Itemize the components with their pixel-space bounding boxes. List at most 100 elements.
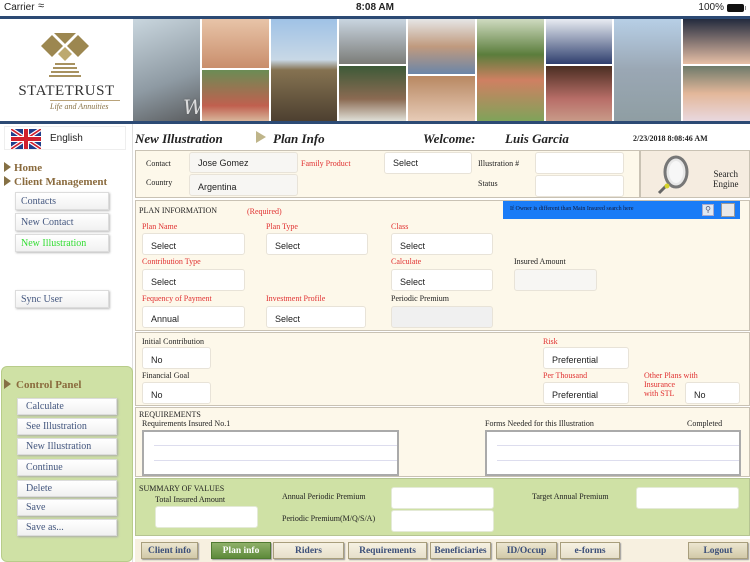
new-illustration-button[interactable]: New Illustration <box>17 438 117 455</box>
total-insured-label: Total Insured Amount <box>155 495 226 504</box>
control-panel-title-text: Control Panel <box>16 379 82 391</box>
battery-percent: 100% <box>698 2 724 13</box>
completed-label: Completed <box>687 419 723 428</box>
insured-amount-field[interactable] <box>514 269 597 291</box>
periodic-premium-label: Periodic Premium <box>391 294 449 303</box>
calculate-select[interactable]: Select <box>391 269 493 291</box>
target-annual-label: Target Annual Premium <box>532 492 609 501</box>
search-engine-button[interactable]: Search Engine <box>640 150 750 198</box>
illustration-number-label: Illustration # <box>478 159 520 168</box>
triangle-right-icon <box>4 176 11 186</box>
requirements-insured-list[interactable] <box>142 430 399 476</box>
tab-client-info[interactable]: Client info <box>141 542 198 559</box>
requirements-panel: REQUIREMENTS Requirements Insured No.1 F… <box>135 407 750 477</box>
tab-beneficiaries[interactable]: Beneficiaries <box>430 542 491 559</box>
contact-label: Contact <box>146 159 171 168</box>
clock: 8:08 AM <box>356 2 394 13</box>
new-illustration-nav-button[interactable]: New Illustration <box>15 234 109 252</box>
forms-needed-label: Forms Needed for this Illustration <box>485 419 594 428</box>
initial-contribution-label: Initial Contribution <box>142 337 204 346</box>
status-field[interactable] <box>535 175 624 197</box>
contribution-type-label: Contribution Type <box>142 257 201 266</box>
owner-checkbox[interactable] <box>721 203 735 217</box>
total-insured-field[interactable] <box>155 506 258 528</box>
calculate-button[interactable]: Calculate <box>17 398 117 415</box>
frequency-select[interactable]: Annual <box>142 306 245 328</box>
nav-client-management[interactable]: Client Management <box>4 176 107 188</box>
title-row: New Illustration Plan Info Welcome: Luis… <box>133 127 750 149</box>
contact-field[interactable]: Jose Gomez <box>189 152 298 173</box>
welcome-label: Welcome: <box>423 131 476 146</box>
sidebar: English Home Client Management Contacts … <box>0 124 133 562</box>
sync-user-button[interactable]: Sync User <box>15 290 109 308</box>
country-field[interactable]: Argentina <box>189 174 298 196</box>
financial-goal-label: Financial Goal <box>142 371 190 380</box>
logout-button[interactable]: Logout <box>688 542 748 559</box>
country-label: Country <box>146 178 173 187</box>
photo-family-park <box>476 19 544 121</box>
other-plans-label-line1: Other Plans with <box>644 371 698 380</box>
bottom-tab-bar: Client info Plan info Riders Requirement… <box>135 539 750 562</box>
section-title: New Illustration <box>135 131 223 146</box>
control-panel: Control Panel Calculate See Illustration… <box>1 366 133 562</box>
family-product-select[interactable]: Select <box>384 152 472 174</box>
photo-eiffel: Welcome <box>133 19 200 121</box>
tab-e-forms[interactable]: e-forms <box>560 542 620 559</box>
see-illustration-button[interactable]: See Illustration <box>17 418 117 435</box>
uk-flag-icon <box>11 129 41 149</box>
plan-name-select[interactable]: Select <box>142 233 245 255</box>
forms-needed-list[interactable] <box>485 430 741 476</box>
per-thousand-select[interactable]: Preferential <box>543 382 629 404</box>
contribution-type-select[interactable]: Select <box>142 269 245 291</box>
periodic-mqsa-label: Periodic Premium(M/Q/S/A) <box>282 514 376 523</box>
nav-home[interactable]: Home <box>4 162 42 174</box>
annual-periodic-field[interactable] <box>391 487 494 509</box>
triangle-right-icon <box>4 162 11 172</box>
tab-id-occup[interactable]: ID/Occup <box>496 542 557 559</box>
save-as-button[interactable]: Save as... <box>17 519 117 536</box>
contact-panel: Contact Jose Gomez Country Argentina Fam… <box>135 150 640 198</box>
search-engine-label-line2: Engine <box>713 179 739 189</box>
periodic-mqsa-field[interactable] <box>391 510 494 532</box>
contacts-button[interactable]: Contacts <box>15 192 109 210</box>
risk-select[interactable]: Preferential <box>543 347 629 369</box>
welcome-script: Welcome <box>183 95 200 119</box>
owner-search-icon[interactable]: ⚲ <box>702 204 714 216</box>
breadcrumb-arrow-icon <box>256 131 266 143</box>
tab-plan-info[interactable]: Plan info <box>211 542 271 559</box>
magnifier-icon <box>657 155 689 195</box>
control-panel-title: Control Panel <box>4 379 82 391</box>
class-select[interactable]: Select <box>391 233 493 255</box>
frequency-label: Fequency of Payment <box>142 294 212 303</box>
save-button[interactable]: Save <box>17 499 117 516</box>
annual-periodic-label: Annual Periodic Premium <box>282 492 366 501</box>
per-thousand-label: Per Thousand <box>543 371 588 380</box>
language-selector[interactable]: English <box>4 126 126 150</box>
periodic-premium-field[interactable] <box>391 306 493 328</box>
continue-button[interactable]: Continue <box>17 459 117 476</box>
tab-requirements[interactable]: Requirements <box>348 542 427 559</box>
summary-of-values-panel: SUMMARY OF VALUES Total Insured Amount A… <box>135 478 750 536</box>
new-contact-button[interactable]: New Contact <box>15 213 109 231</box>
other-plans-select[interactable]: No <box>685 382 740 404</box>
required-note: (Required) <box>247 207 282 216</box>
class-label: Class <box>391 222 409 231</box>
investment-profile-select[interactable]: Select <box>266 306 366 328</box>
plan-type-label: Plan Type <box>266 222 298 231</box>
target-annual-field[interactable] <box>636 487 739 509</box>
photo-opera-house <box>339 19 407 121</box>
plan-type-select[interactable]: Select <box>266 233 368 255</box>
status-bar: Carrier ≈ 8:08 AM 100% <box>0 0 750 16</box>
brand-tagline: Life and Annuities <box>50 100 120 111</box>
financial-goal-select[interactable]: No <box>142 382 211 404</box>
tab-riders[interactable]: Riders <box>273 542 344 559</box>
summary-title: SUMMARY OF VALUES <box>139 484 225 493</box>
photo-skyscraper <box>614 19 682 121</box>
family-product-label: Family Product <box>301 159 351 168</box>
language-label: English <box>50 133 83 144</box>
logo-mark-icon <box>41 33 89 77</box>
nav-client-management-label: Client Management <box>14 176 108 188</box>
illustration-number-field[interactable] <box>535 152 624 174</box>
initial-contribution-select[interactable]: No <box>142 347 211 369</box>
delete-button[interactable]: Delete <box>17 480 117 497</box>
